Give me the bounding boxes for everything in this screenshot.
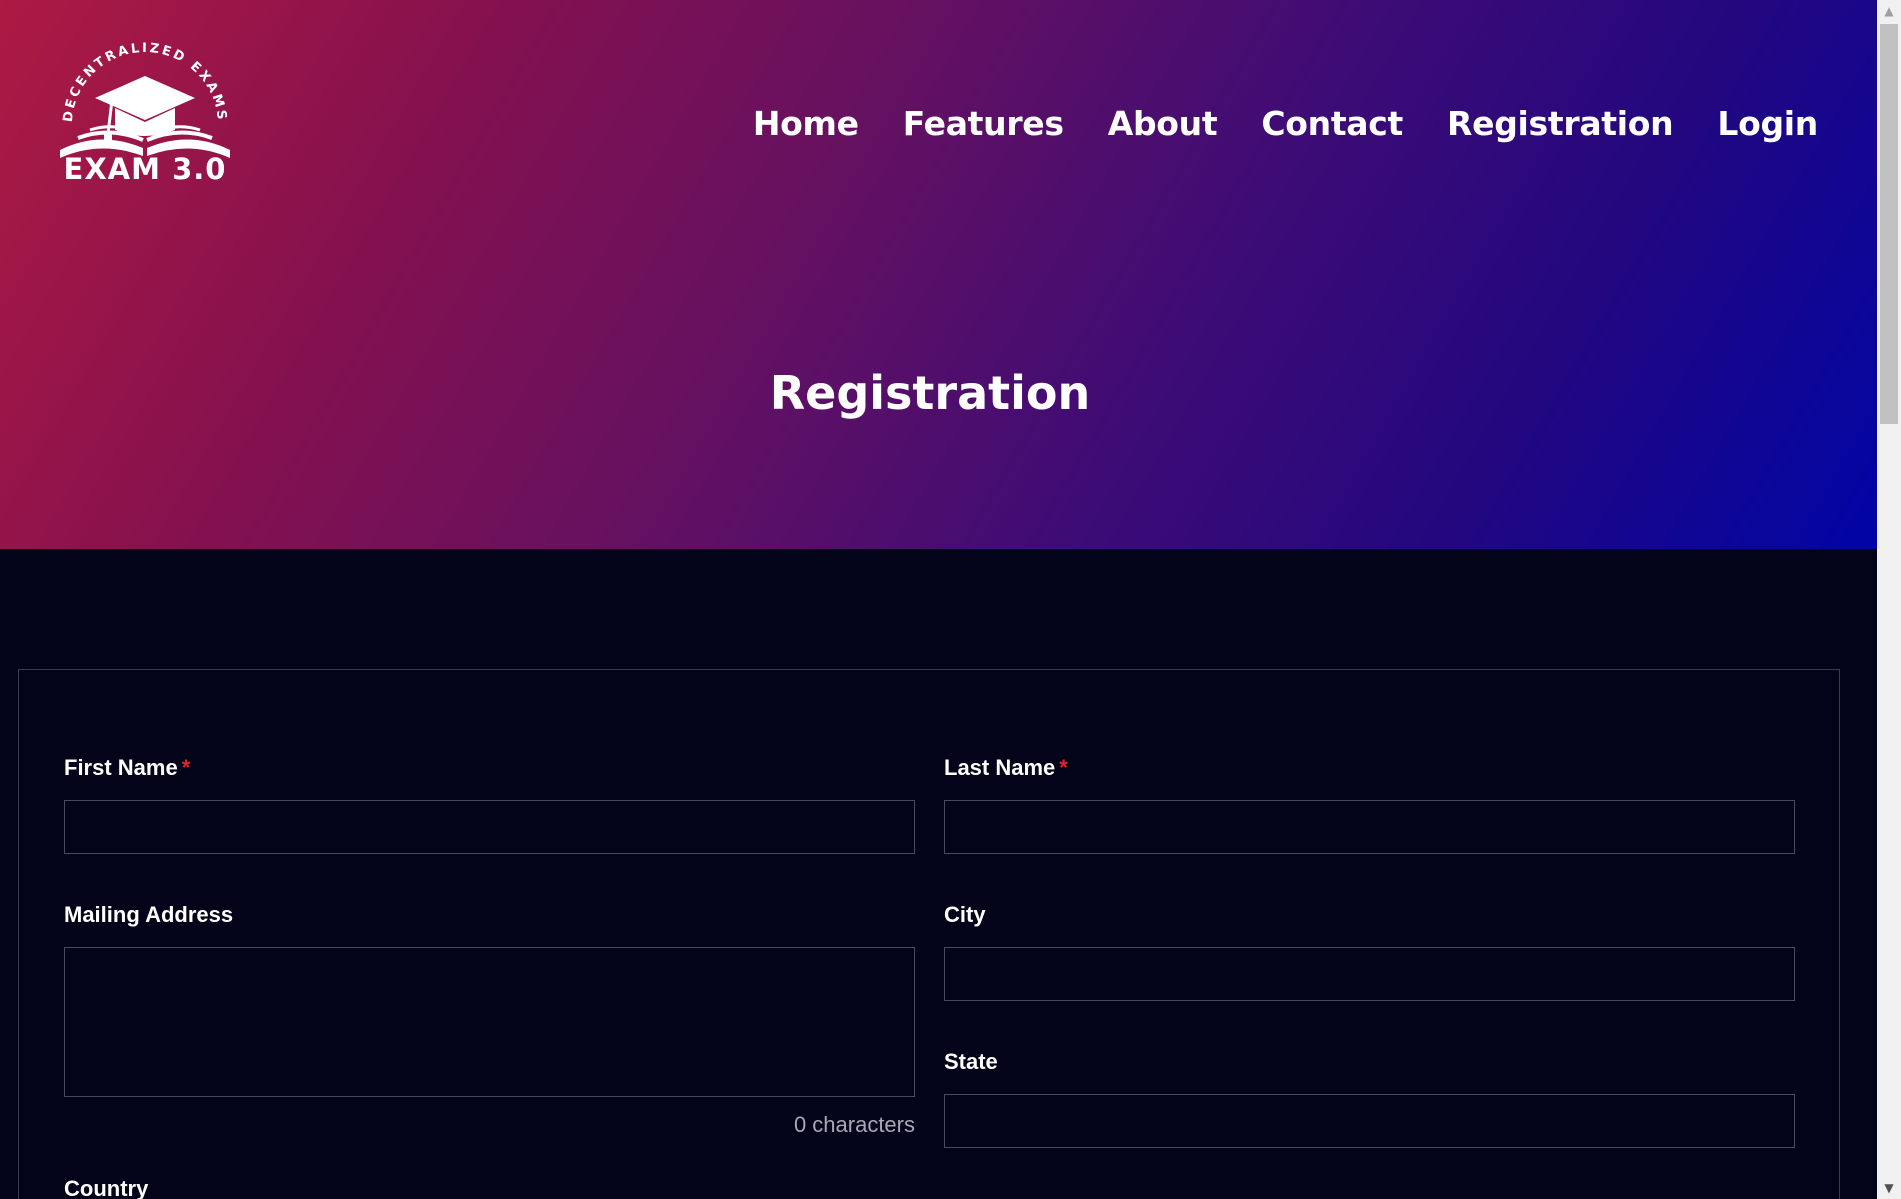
first-name-label: First Name * xyxy=(64,755,190,781)
city-label: City xyxy=(944,902,986,927)
mailing-address-textarea[interactable] xyxy=(64,947,915,1097)
main-nav: Home Features About Contact Registration… xyxy=(753,98,1818,150)
logo-wordmark: EXAM 3.0 xyxy=(63,152,227,186)
registration-form: First Name * Last Name * Mailing Address 0… xyxy=(18,669,1840,1199)
nav-features-link[interactable]: Features xyxy=(903,98,1064,150)
character-count: 0 characters xyxy=(793,1112,915,1137)
brand-logo[interactable]: DECENTRALIZED EXAMS EXAM 3.0 xyxy=(50,30,240,200)
mailing-address-label: Mailing Address xyxy=(64,902,234,927)
required-asterisk: * xyxy=(1059,755,1068,780)
vertical-scrollbar[interactable]: ▲ ▼ xyxy=(1877,0,1901,1199)
last-name-label-text: Last Name xyxy=(944,755,1056,780)
scroll-up-arrow-icon[interactable]: ▲ xyxy=(1877,0,1901,22)
scrollbar-thumb[interactable] xyxy=(1880,24,1898,424)
first-name-label-text: First Name xyxy=(64,755,178,780)
state-input[interactable] xyxy=(944,1094,1795,1148)
last-name-input[interactable] xyxy=(944,800,1795,854)
first-name-input[interactable] xyxy=(64,800,915,854)
nav-login-link[interactable]: Login xyxy=(1717,98,1818,150)
city-input[interactable] xyxy=(944,947,1795,1001)
required-asterisk: * xyxy=(181,755,191,780)
nav-home-link[interactable]: Home xyxy=(753,98,859,150)
scroll-down-arrow-icon[interactable]: ▼ xyxy=(1877,1177,1901,1199)
page: DECENTRALIZED EXAMS EXAM 3.0 Home Featur… xyxy=(0,0,1877,1199)
nav-about-link[interactable]: About xyxy=(1108,98,1218,150)
nav-registration-link[interactable]: Registration xyxy=(1447,98,1674,150)
country-label: Country xyxy=(64,1176,149,1199)
hero-header: DECENTRALIZED EXAMS EXAM 3.0 Home Featur… xyxy=(0,0,1877,549)
page-title: Registration xyxy=(769,366,1091,420)
last-name-label: Last Name * xyxy=(944,755,1068,781)
state-label: State xyxy=(944,1049,998,1074)
nav-contact-link[interactable]: Contact xyxy=(1261,98,1403,150)
